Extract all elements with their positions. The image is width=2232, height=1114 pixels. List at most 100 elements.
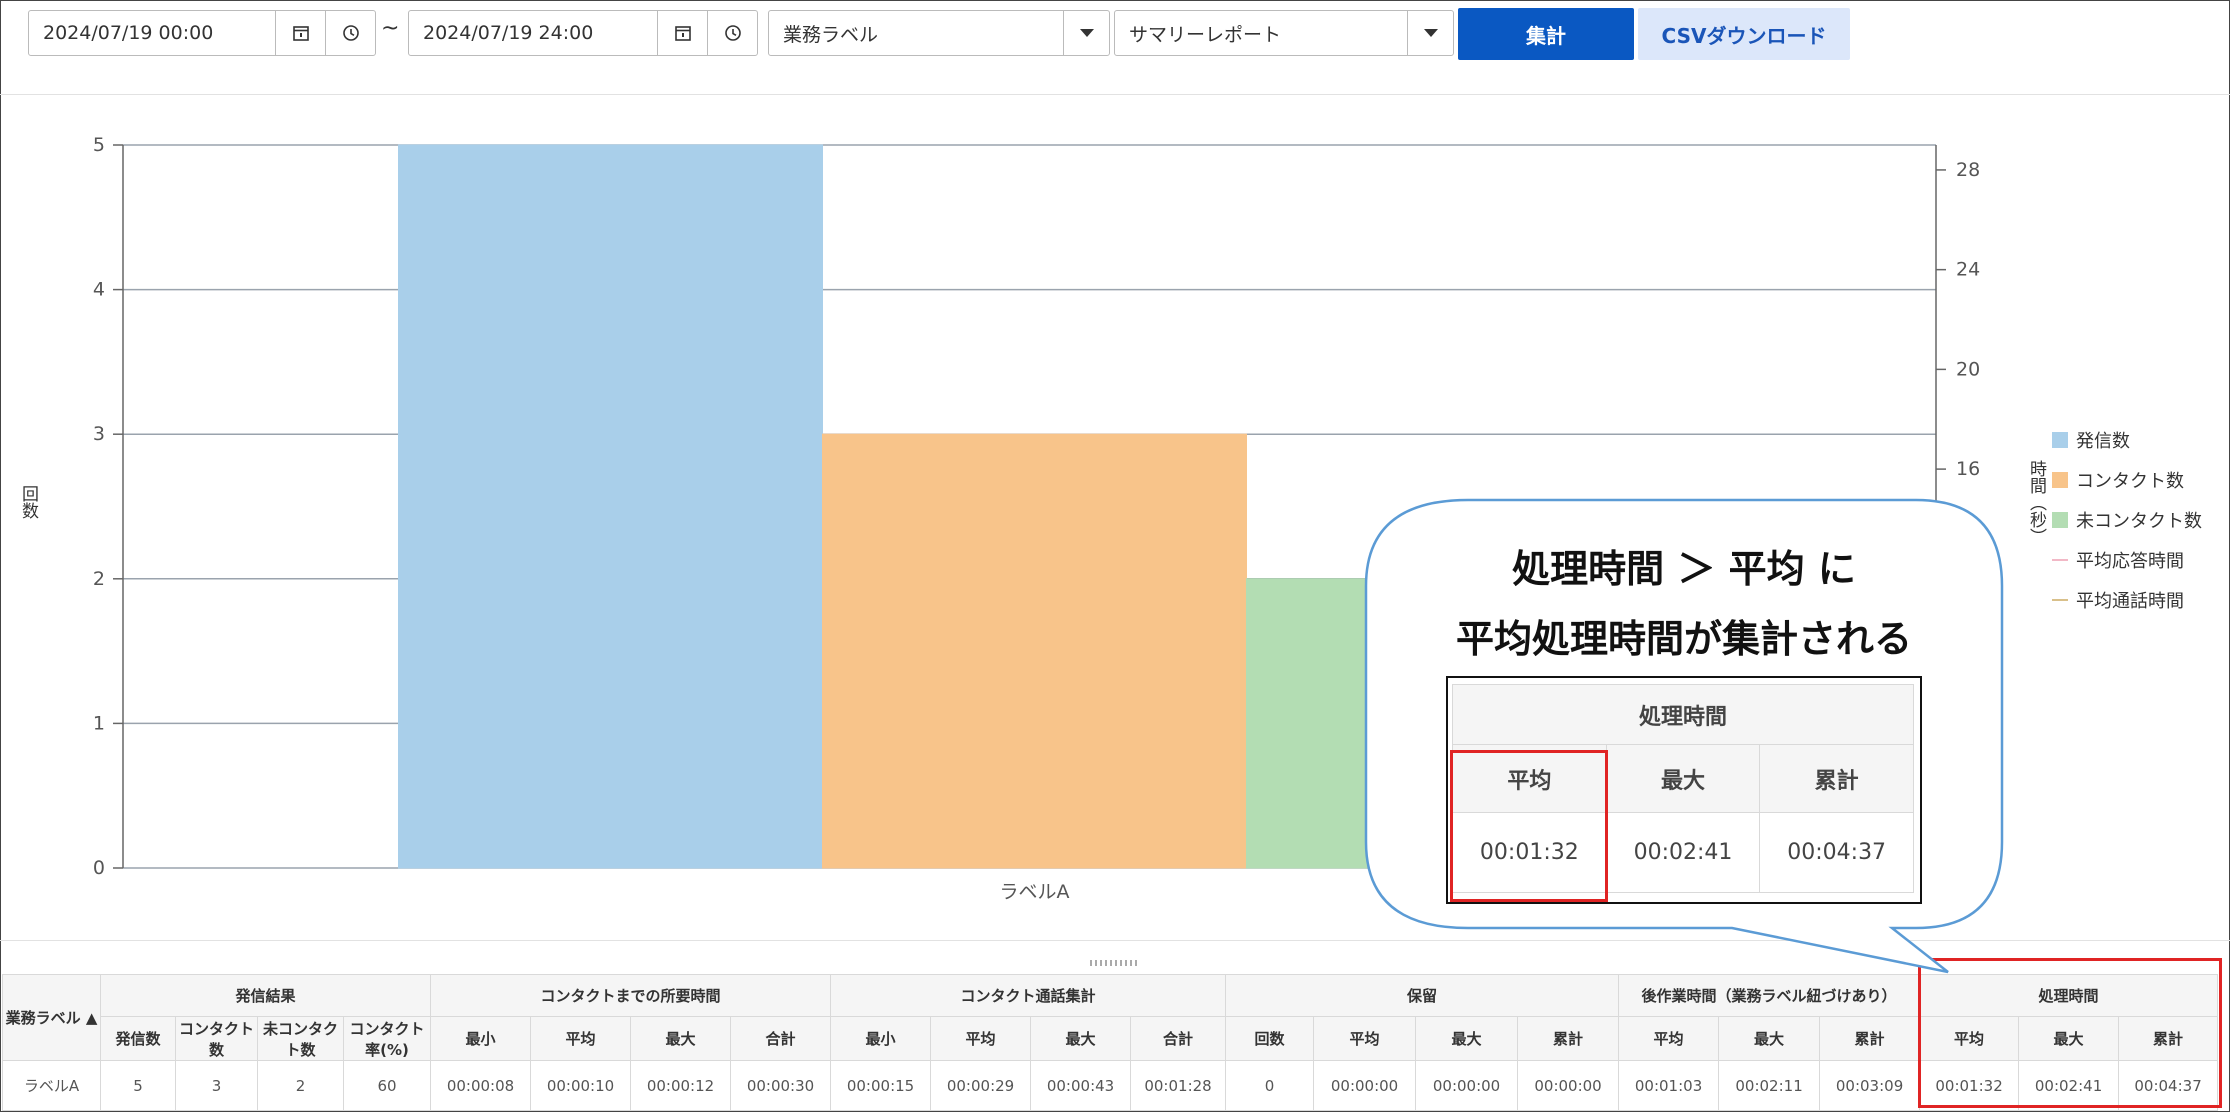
callout-line-1: 処理時間 ＞ 平均 に xyxy=(1512,547,1856,591)
report-table: 業務ラベル ▲ 発信結果 コンタクトまでの所要時間 コンタクト通話集計 保留 後作業時間（… xyxy=(2,974,2219,1111)
table-cell: 00:00:00 xyxy=(1415,1060,1519,1111)
group-select[interactable]: 業務ラベル xyxy=(768,10,1110,56)
mini-title: 処理時間 xyxy=(1452,684,1914,745)
mini-value-total: 00:04:37 xyxy=(1759,812,1914,893)
legend-item[interactable]: 平均応答時間 xyxy=(2052,540,2202,580)
y-axis-left-label: 回数 xyxy=(18,485,38,519)
legend-item[interactable]: コンタクト数 xyxy=(2052,460,2202,500)
y-tick-label-left: 1 xyxy=(93,712,105,734)
table-cell: 00:00:00 xyxy=(1517,1060,1620,1111)
column-header[interactable]: コンタクト率(%) xyxy=(342,1016,432,1061)
legend-swatch xyxy=(2052,559,2068,561)
column-header[interactable]: コンタクト数 xyxy=(175,1016,258,1061)
report-select[interactable]: サマリーレポート xyxy=(1114,10,1454,56)
column-header[interactable]: 最大 xyxy=(630,1016,732,1061)
table-cell: 00:02:11 xyxy=(1718,1060,1821,1111)
column-group-header: 保留 xyxy=(1225,974,1620,1017)
column-header[interactable]: 合計 xyxy=(730,1016,832,1061)
y-tick-label-right: 24 xyxy=(1956,259,1980,281)
aggregate-button[interactable]: 集計 xyxy=(1458,8,1634,60)
y-tick-label-right: 16 xyxy=(1956,458,1980,480)
report-select-value: サマリーレポート xyxy=(1129,23,1282,46)
column-header[interactable]: 回数 xyxy=(1225,1016,1315,1061)
calendar-icon[interactable] xyxy=(657,11,707,55)
y-axis-right-label: 時間（秒） xyxy=(2026,460,2046,545)
group-select-value: 業務ラベル xyxy=(783,23,879,46)
range-separator: ~ xyxy=(381,16,400,41)
legend-label: コンタクト数 xyxy=(2076,471,2184,492)
csv-download-button[interactable]: CSVダウンロード xyxy=(1638,8,1850,60)
mini-value-max: 00:02:41 xyxy=(1605,812,1761,893)
legend-label: 発信数 xyxy=(2076,431,2130,452)
table-cell: 0 xyxy=(1225,1060,1315,1111)
mini-col-max: 最大 xyxy=(1605,744,1761,813)
column-header[interactable]: 発信数 xyxy=(100,1016,176,1061)
clock-icon[interactable] xyxy=(707,11,757,55)
legend-label: 平均応答時間 xyxy=(2076,551,2184,572)
start-datetime-field[interactable]: 2024/07/19 00:00 xyxy=(28,10,376,56)
table-cell: 00:00:30 xyxy=(730,1060,832,1111)
highlight-box xyxy=(1918,958,2222,1108)
start-datetime-value[interactable]: 2024/07/19 00:00 xyxy=(29,22,275,44)
column-header[interactable]: 平均 xyxy=(930,1016,1032,1061)
mini-col-total: 累計 xyxy=(1759,744,1914,813)
column-header[interactable]: 最大 xyxy=(1415,1016,1519,1061)
legend-item[interactable]: 平均通話時間 xyxy=(2052,580,2202,620)
clock-icon[interactable] xyxy=(325,11,375,55)
y-tick-label-left: 0 xyxy=(93,857,105,879)
highlight-box xyxy=(1450,750,1608,902)
table-cell: 00:00:00 xyxy=(1313,1060,1417,1111)
column-header[interactable]: 累計 xyxy=(1819,1016,1921,1061)
divider xyxy=(0,940,2230,941)
table-cell: 00:00:10 xyxy=(530,1060,632,1111)
table-cell: ラベルA xyxy=(2,1060,101,1111)
table-cell: 00:00:08 xyxy=(430,1060,532,1111)
callout-text: 処理時間 ＞ 平均 に 平均処理時間が集計される xyxy=(1368,534,2000,674)
table-cell: 5 xyxy=(100,1060,176,1111)
y-tick-label-left: 4 xyxy=(93,279,105,301)
chart-legend: 発信数コンタクト数 未コンタクト数 平均応答時間 平均通話時間 xyxy=(2052,420,2202,620)
y-tick-label-left: 2 xyxy=(93,568,105,590)
end-datetime-value[interactable]: 2024/07/19 24:00 xyxy=(409,22,657,44)
resize-handle[interactable] xyxy=(1090,960,1138,966)
column-header[interactable]: 最大 xyxy=(1030,1016,1132,1061)
bar-コンタクト数 xyxy=(822,433,1247,869)
column-header[interactable]: 平均 xyxy=(1618,1016,1720,1061)
column-header-label[interactable]: 業務ラベル ▲ xyxy=(2,974,101,1061)
end-datetime-field[interactable]: 2024/07/19 24:00 xyxy=(408,10,758,56)
table-cell: 00:03:09 xyxy=(1819,1060,1921,1111)
column-group-header: コンタクト通話集計 xyxy=(830,974,1227,1017)
column-header[interactable]: 平均 xyxy=(530,1016,632,1061)
legend-item[interactable]: 未コンタクト数 xyxy=(2052,500,2202,540)
calendar-icon[interactable] xyxy=(275,11,325,55)
legend-swatch xyxy=(2052,432,2068,448)
column-header[interactable]: 合計 xyxy=(1130,1016,1227,1061)
y-tick-label-left: 3 xyxy=(93,423,105,445)
x-category-label: ラベルA xyxy=(1000,881,1070,903)
legend-label: 未コンタクト数 xyxy=(2076,511,2202,532)
legend-label: 平均通話時間 xyxy=(2076,591,2184,612)
column-header[interactable]: 最小 xyxy=(430,1016,532,1061)
legend-item[interactable]: 発信数 xyxy=(2052,420,2202,460)
legend-swatch xyxy=(2052,472,2068,488)
y-tick-label-right: 28 xyxy=(1956,159,1980,181)
column-header[interactable]: 最大 xyxy=(1718,1016,1821,1061)
column-header[interactable]: 平均 xyxy=(1313,1016,1417,1061)
chevron-down-icon[interactable] xyxy=(1407,11,1453,55)
bar-発信数 xyxy=(398,144,823,869)
column-header[interactable]: 未コンタクト数 xyxy=(257,1016,344,1061)
table-cell: 2 xyxy=(257,1060,344,1111)
table-row: ラベルA 5 3 2 60 00:00:08 00:00:10 00:00:12 00:00:3… xyxy=(2,1060,2219,1111)
table-cell: 00:00:15 xyxy=(830,1060,932,1111)
legend-swatch xyxy=(2052,599,2068,601)
column-header[interactable]: 最小 xyxy=(830,1016,932,1061)
chevron-down-icon[interactable] xyxy=(1063,11,1109,55)
column-group-header: 後作業時間（業務ラベル紐づけあり） xyxy=(1618,974,1921,1017)
table-cell: 00:00:43 xyxy=(1030,1060,1132,1111)
column-header[interactable]: 累計 xyxy=(1517,1016,1620,1061)
y-tick-label-left: 5 xyxy=(93,134,105,156)
y-tick-label-right: 20 xyxy=(1956,358,1980,380)
table-cell: 00:01:28 xyxy=(1130,1060,1227,1111)
table-cell: 00:01:03 xyxy=(1618,1060,1720,1111)
table-cell: 60 xyxy=(342,1060,432,1111)
